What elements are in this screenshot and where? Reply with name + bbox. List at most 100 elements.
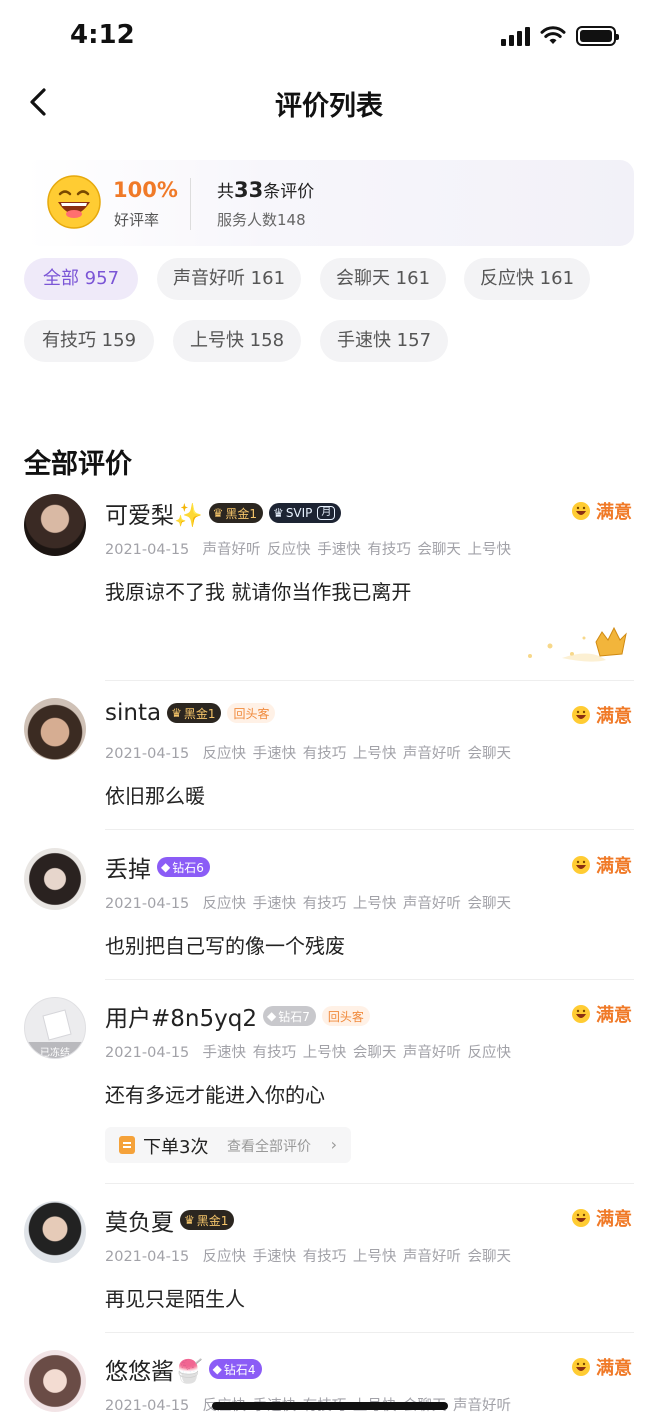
svip-badge-sub: 月 bbox=[317, 506, 336, 520]
review-date: 2021-04-15 bbox=[105, 746, 190, 762]
review-meta: 2021-04-15 反应快 手速快 有技巧 上号快 声音好听 会聊天 bbox=[105, 742, 511, 763]
level-badge: ◆ 钻石4 bbox=[208, 1359, 262, 1379]
positive-rate-label: 好评率 bbox=[114, 211, 160, 229]
review-total-prefix: 共 bbox=[217, 182, 234, 202]
tag-good-chat[interactable]: 会聊天 161 bbox=[320, 258, 446, 300]
diamond-icon: ◆ bbox=[266, 1009, 277, 1023]
wifi-icon bbox=[540, 26, 566, 44]
returning-customer-badge: 回头客 bbox=[321, 1006, 370, 1026]
level-badge-text: 黑金1 bbox=[183, 706, 216, 721]
level-badge-text: 钻石4 bbox=[223, 1362, 256, 1377]
satisfied-text: 满意 bbox=[596, 706, 632, 727]
satisfied-label: 满意 bbox=[571, 702, 632, 728]
smile-emoji-icon bbox=[572, 1005, 590, 1023]
avatar[interactable] bbox=[24, 494, 86, 556]
svip-crown-decoration-icon bbox=[528, 626, 627, 662]
review-tags: 反应快 手速快 有技巧 上号快 声音好听 会聊天 bbox=[202, 746, 512, 762]
review-content: 我原谅不了我 就请你当作我已离开 bbox=[105, 580, 412, 604]
tag-skillful[interactable]: 有技巧 159 bbox=[24, 320, 154, 362]
satisfied-label: 满意 bbox=[571, 498, 632, 524]
tag-fast-hands[interactable]: 手速快 157 bbox=[320, 320, 448, 362]
review-meta: 2021-04-15 反应快 手速快 有技巧 上号快 声音好听 会聊天 bbox=[105, 892, 511, 913]
review-tags: 声音好听 反应快 手速快 有技巧 会聊天 上号快 bbox=[202, 542, 512, 558]
crown-icon: ♛ bbox=[184, 1213, 195, 1227]
divider bbox=[105, 680, 634, 681]
review-meta: 2021-04-15 反应快 手速快 有技巧 上号快 声音好听 会聊天 bbox=[105, 1245, 511, 1266]
level-badge-text: 钻石6 bbox=[172, 860, 204, 875]
avatar[interactable] bbox=[24, 848, 86, 910]
satisfied-text: 满意 bbox=[596, 856, 632, 877]
avatar[interactable] bbox=[24, 1350, 86, 1412]
signal-icon bbox=[501, 26, 530, 46]
smile-emoji-icon bbox=[572, 502, 590, 520]
avatar[interactable] bbox=[24, 1201, 86, 1263]
satisfied-text: 满意 bbox=[596, 1005, 632, 1026]
level-badge: ♛ 黑金1 bbox=[180, 1210, 235, 1230]
frozen-label: 已冻结 bbox=[40, 1048, 70, 1059]
diamond-icon: ◆ bbox=[161, 860, 171, 874]
review-meta: 2021-04-15 手速快 有技巧 上号快 会聊天 声音好听 反应快 bbox=[105, 1041, 511, 1062]
crown-icon: ♛ bbox=[273, 506, 284, 520]
crown-icon: ♛ bbox=[212, 506, 224, 520]
smile-emoji-icon bbox=[572, 1358, 590, 1376]
status-time: 4:12 bbox=[70, 20, 135, 50]
satisfied-text: 满意 bbox=[596, 1209, 632, 1230]
level-badge-text: 黑金1 bbox=[225, 506, 258, 521]
satisfied-text: 满意 bbox=[596, 502, 632, 523]
smile-emoji-icon bbox=[572, 856, 590, 874]
status-bar: 4:12 bbox=[0, 0, 658, 70]
laughing-emoji-icon bbox=[47, 175, 101, 229]
level-badge-text: 黑金1 bbox=[196, 1213, 229, 1228]
satisfied-label: 满意 bbox=[571, 1205, 632, 1231]
satisfied-text: 满意 bbox=[596, 1358, 632, 1379]
review-content: 还有多远才能进入你的心 bbox=[105, 1083, 325, 1107]
reviewer-name-row: 用户#8n5yq2 ◆ 钻石7 回头客 bbox=[105, 999, 370, 1033]
review-tags: 反应快 手速快 有技巧 上号快 声音好听 会聊天 bbox=[202, 1249, 512, 1265]
tag-quick-response[interactable]: 反应快 161 bbox=[464, 258, 590, 300]
divider bbox=[105, 829, 634, 830]
divider bbox=[190, 178, 191, 230]
review-content: 再见只是陌生人 bbox=[105, 1287, 245, 1311]
tag-fast-login[interactable]: 上号快 158 bbox=[173, 320, 301, 362]
level-badge: ◆ 钻石7 bbox=[262, 1006, 316, 1026]
reviewer-name-row: 莫负夏 ♛ 黑金1 bbox=[105, 1203, 235, 1237]
battery-icon bbox=[576, 26, 619, 46]
reviewer-name: sinta bbox=[105, 700, 162, 726]
diamond-icon: ◆ bbox=[212, 1362, 222, 1376]
avatar[interactable] bbox=[24, 698, 86, 760]
divider bbox=[105, 1183, 634, 1184]
satisfied-label: 满意 bbox=[571, 1354, 632, 1380]
reviewer-name: 丢掉 bbox=[105, 857, 151, 883]
rating-summary-card: 100% 好评率 共33条评价 服务人数148 bbox=[24, 160, 634, 246]
divider bbox=[105, 1332, 634, 1333]
chevron-right-icon: › bbox=[330, 1135, 337, 1154]
review-date: 2021-04-15 bbox=[105, 542, 190, 558]
tag-all[interactable]: 全部 957 bbox=[24, 258, 138, 300]
review-content: 也别把自己写的像一个残废 bbox=[105, 934, 345, 958]
review-date: 2021-04-15 bbox=[105, 1398, 190, 1414]
reviewer-name-row: 悠悠酱🍧 ◆ 钻石4 bbox=[105, 1352, 262, 1386]
nav-bar: 评价列表 bbox=[0, 70, 658, 134]
home-indicator bbox=[212, 1402, 448, 1410]
review-tags: 反应快 手速快 有技巧 上号快 声音好听 会聊天 bbox=[202, 896, 512, 912]
tag-nice-voice[interactable]: 声音好听 161 bbox=[157, 258, 301, 300]
reviewer-name: 可爱梨✨ bbox=[105, 503, 203, 529]
status-icons bbox=[501, 26, 619, 46]
svip-badge: ♛ SVIP 月 bbox=[269, 503, 342, 523]
level-badge: ♛ 黑金1 bbox=[208, 503, 264, 523]
order-doc-icon bbox=[119, 1136, 135, 1154]
order-history-button[interactable]: 下单3次 查看全部评价 › bbox=[105, 1127, 351, 1163]
review-date: 2021-04-15 bbox=[105, 1045, 190, 1061]
review-date: 2021-04-15 bbox=[105, 1249, 190, 1265]
review-total: 共33条评价 bbox=[217, 177, 314, 202]
reviewer-name-row: 丢掉 ◆ 钻石6 bbox=[105, 850, 210, 884]
review-total-count: 33 bbox=[234, 178, 264, 202]
reviewer-name: 悠悠酱🍧 bbox=[105, 1359, 203, 1385]
order-count: 下单3次 bbox=[143, 1137, 209, 1158]
review-meta: 2021-04-15 声音好听 反应快 手速快 有技巧 会聊天 上号快 bbox=[105, 538, 511, 559]
avatar[interactable]: 已冻结 bbox=[24, 997, 86, 1059]
crown-icon: ♛ bbox=[171, 706, 182, 720]
divider bbox=[105, 979, 634, 980]
view-all-reviews-link[interactable]: 查看全部评价 bbox=[227, 1136, 311, 1156]
smile-emoji-icon bbox=[572, 706, 590, 724]
